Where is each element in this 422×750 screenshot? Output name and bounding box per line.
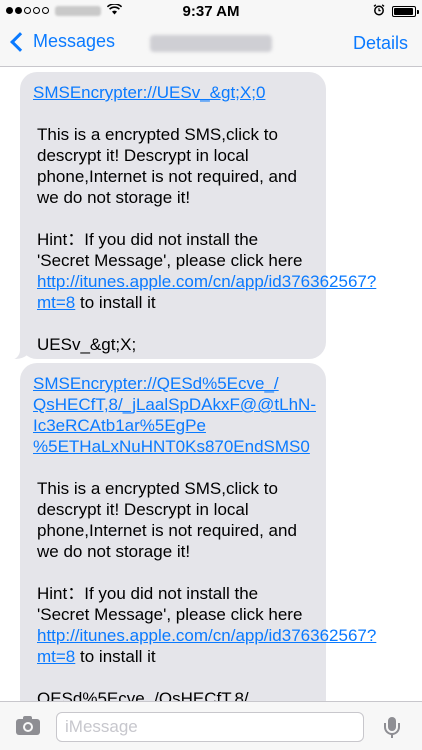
encrypted-message-link[interactable]: QsHECfT,8/_jLaalSpDAkxF@@tLhN- <box>33 394 316 415</box>
hint-suffix: to install it <box>80 647 156 666</box>
battery-cap <box>417 9 419 14</box>
alarm-icon <box>373 4 385 18</box>
message-footer: UESv_&gt;X; <box>37 335 137 354</box>
encrypted-message-link[interactable]: SMSEncrypter://QESd%5Ecve_/ <box>33 373 314 394</box>
message-body: This is a encrypted SMS,click to descryp… <box>37 125 297 207</box>
battery-fill <box>394 7 413 15</box>
message-footer: QESd%5Ecve_/QsHECfT,8/ <box>37 689 249 701</box>
message-bubble: SMSEncrypter://UESv_&gt;X;0 This is a en… <box>4 72 376 360</box>
battery-icon <box>392 5 419 17</box>
encrypted-message-link[interactable]: %5ETHaLxNuHNT0Ks870EndSMS0 <box>33 436 314 457</box>
input-bar <box>0 701 422 750</box>
status-bar: 9:37 AM <box>0 0 422 22</box>
encrypted-message-link[interactable]: SMSEncrypter://UESv_&gt;X;0 <box>33 82 314 103</box>
message-input[interactable] <box>56 712 364 742</box>
message-hint: Hint：If you did not install the 'Secret … <box>33 229 376 313</box>
status-right <box>373 4 419 18</box>
encrypted-message-link[interactable]: Ic3eRCAtb1ar%5EgPe <box>33 415 314 436</box>
message-bubble: SMSEncrypter://QESd%5Ecve_/ QsHECfT,8/_j… <box>20 363 376 701</box>
back-label: Messages <box>33 31 116 51</box>
hint-text: Hint：If you did not install the 'Secret … <box>37 584 303 624</box>
details-button[interactable]: Details <box>353 33 408 54</box>
message-list[interactable]: SMSEncrypter://UESv_&gt;X;0 This is a en… <box>0 67 422 701</box>
message-body: This is a encrypted SMS,click to descryp… <box>37 479 297 561</box>
hint-text: Hint：If you did not install the 'Secret … <box>37 230 303 270</box>
nav-bar: Messages Details <box>0 22 422 67</box>
conversation-title[interactable] <box>150 35 272 52</box>
hint-suffix: to install it <box>80 293 156 312</box>
microphone-icon[interactable] <box>384 717 400 739</box>
chevron-left-icon <box>10 31 30 52</box>
back-button[interactable]: Messages <box>9 31 115 52</box>
message-hint: Hint：If you did not install the 'Secret … <box>33 583 376 667</box>
camera-icon[interactable] <box>16 716 40 735</box>
status-time: 9:37 AM <box>182 3 240 20</box>
